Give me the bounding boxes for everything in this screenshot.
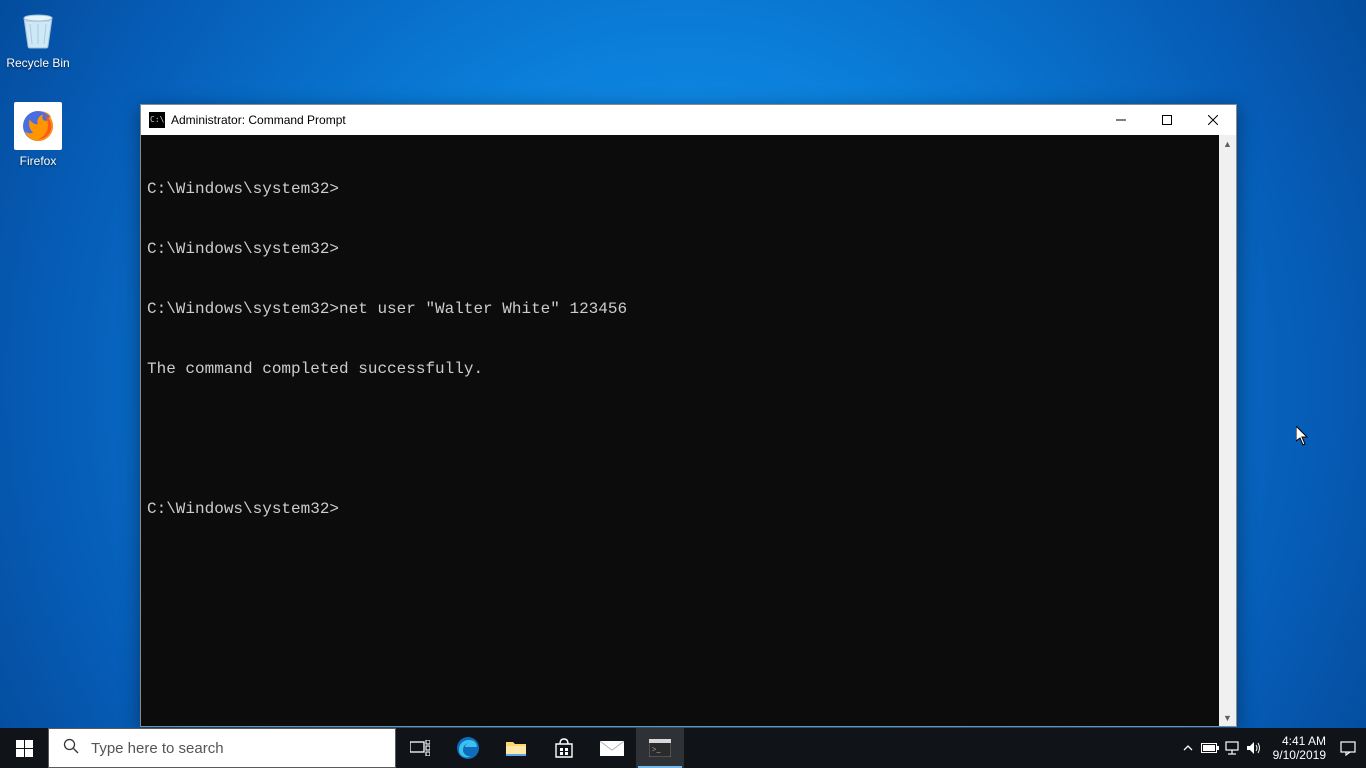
task-view-icon [410,740,430,756]
taskbar: Type here to search [0,728,1366,768]
tray-date: 9/10/2019 [1273,748,1326,762]
scrollbar[interactable]: ▲ ▼ [1219,135,1236,726]
store-icon [553,737,575,759]
taskbar-item-file-explorer[interactable] [492,728,540,768]
maximize-button[interactable] [1144,105,1190,135]
tray-volume[interactable] [1243,728,1265,768]
scroll-up-button[interactable]: ▲ [1219,135,1236,152]
mouse-cursor [1296,426,1310,446]
desktop-icon-label: Firefox [20,154,57,168]
battery-icon [1201,742,1219,754]
terminal-line: The command completed successfully. [147,359,1213,379]
cmd-taskbar-icon: >_ [649,739,671,757]
cmd-icon [149,112,165,128]
start-button[interactable] [0,728,48,768]
folder-icon [504,736,528,760]
search-placeholder: Type here to search [91,740,224,757]
titlebar[interactable]: Administrator: Command Prompt [141,105,1236,135]
desktop-icon-label: Recycle Bin [6,56,69,70]
recycle-bin-icon [14,4,62,52]
edge-icon [455,735,481,761]
notification-icon [1340,740,1356,756]
minimize-button[interactable] [1098,105,1144,135]
tray-network[interactable] [1221,728,1243,768]
search-icon [63,738,79,758]
desktop-icon-recycle-bin[interactable]: Recycle Bin [0,4,76,70]
task-view-button[interactable] [396,728,444,768]
svg-text:>_: >_ [652,745,662,754]
firefox-icon [14,102,62,150]
mail-icon [599,738,625,758]
search-box[interactable]: Type here to search [48,728,396,768]
command-prompt-window[interactable]: Administrator: Command Prompt C:\Windows… [140,104,1237,727]
taskbar-item-edge[interactable] [444,728,492,768]
windows-logo-icon [16,740,33,757]
system-tray: 4:41 AM 9/10/2019 [1177,728,1366,768]
tray-notifications[interactable] [1334,740,1362,756]
chevron-up-icon [1183,743,1193,753]
tray-clock[interactable]: 4:41 AM 9/10/2019 [1265,734,1334,762]
taskbar-item-cmd[interactable]: >_ [636,728,684,768]
close-button[interactable] [1190,105,1236,135]
desktop-icon-firefox[interactable]: Firefox [0,102,76,168]
taskbar-item-mail[interactable] [588,728,636,768]
tray-battery[interactable] [1199,728,1221,768]
scroll-down-button[interactable]: ▼ [1219,709,1236,726]
taskbar-item-store[interactable] [540,728,588,768]
desktop[interactable]: Recycle Bin Firefox Administrator: Comma… [0,0,1366,768]
window-title: Administrator: Command Prompt [171,113,346,127]
network-icon [1224,741,1240,755]
terminal-line: C:\Windows\system32> [147,239,1213,259]
terminal-output[interactable]: C:\Windows\system32> C:\Windows\system32… [141,135,1219,726]
tray-chevron-up[interactable] [1177,728,1199,768]
terminal-line: C:\Windows\system32> [147,499,1213,519]
terminal-line: C:\Windows\system32> [147,179,1213,199]
terminal-line: C:\Windows\system32>net user "Walter Whi… [147,299,1213,319]
volume-icon [1246,741,1262,755]
tray-time: 4:41 AM [1273,734,1326,748]
